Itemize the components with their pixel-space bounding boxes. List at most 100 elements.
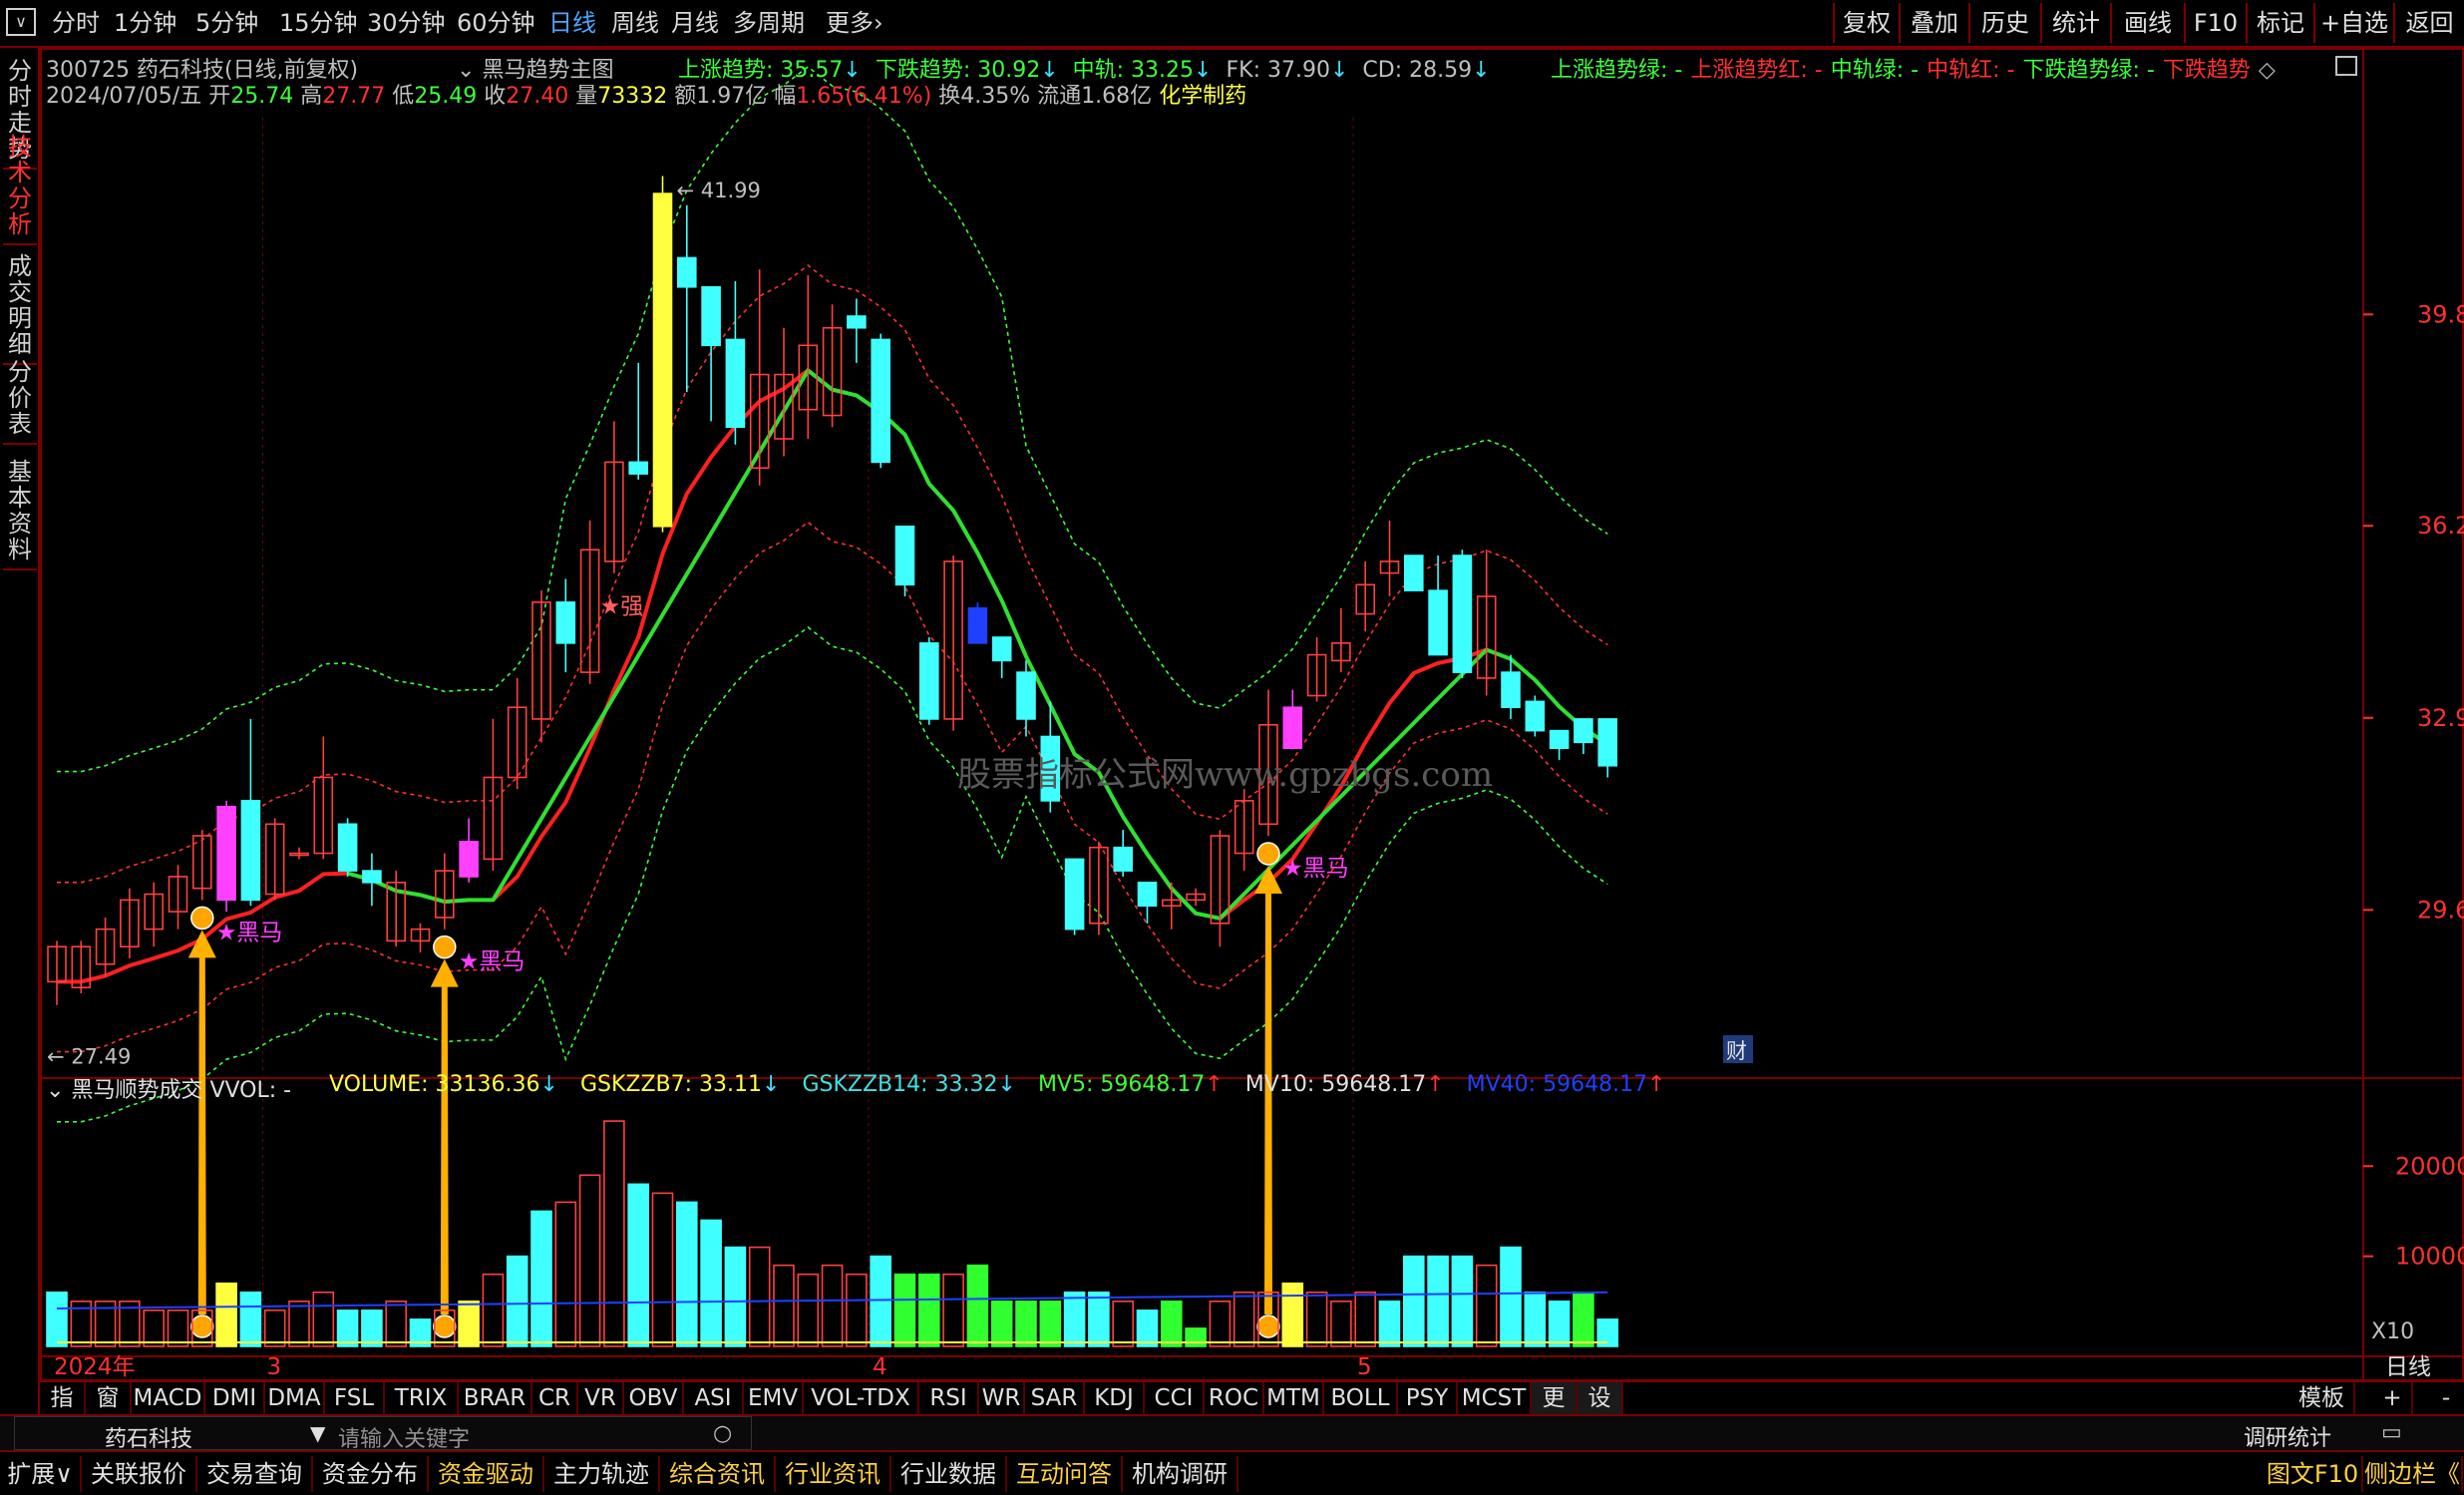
search-box[interactable]: 药石科技 ▼ 请输入关键字 ○ xyxy=(14,1416,752,1453)
toolbar-button-2[interactable]: 历史 xyxy=(1968,3,2040,43)
indicator-5[interactable]: FSL xyxy=(325,1382,385,1414)
candle xyxy=(1113,846,1133,872)
vol-legend-2: GSKZZB14: 33.32↓ xyxy=(802,1072,1016,1097)
legend2-item-5: 下跌趋势 xyxy=(2162,58,2251,83)
indicator-9[interactable]: VR xyxy=(578,1382,624,1414)
volume-bar xyxy=(312,1291,335,1347)
indicator-right-1[interactable]: + xyxy=(2373,1382,2413,1414)
candle xyxy=(676,256,697,288)
sector-value[interactable]: 化学制药 xyxy=(1159,84,1246,109)
chart-svg[interactable]: 39.83 36.21 32.92 29.63 ← 41.99 ← 27.49 ★强股票指标… xyxy=(40,48,2464,1384)
toolbar-button-4[interactable]: 画线 xyxy=(2110,3,2184,43)
tab-4[interactable]: 30分钟 xyxy=(367,6,446,40)
research-stats[interactable]: 调研统计 xyxy=(2244,1420,2331,1452)
volume-bar xyxy=(167,1309,189,1347)
tab-8[interactable]: 月线 xyxy=(671,6,719,40)
volume-bar xyxy=(1185,1327,1207,1347)
toolbar-button-5[interactable]: F10 xyxy=(2184,3,2246,43)
indicator-17[interactable]: KDJ xyxy=(1085,1382,1145,1414)
toolbar-button-7[interactable]: +自选 xyxy=(2313,3,2393,43)
period-label[interactable]: 日线 xyxy=(2385,1354,2431,1380)
indicator-16[interactable]: SAR xyxy=(1025,1382,1085,1414)
indicator-11[interactable]: ASI xyxy=(684,1382,744,1414)
sidebar-toggle[interactable]: 侧边栏《 xyxy=(2363,1456,2463,1492)
toolbar-button-6[interactable]: 标记 xyxy=(2246,3,2313,43)
indicator-12[interactable]: EMV xyxy=(744,1382,804,1414)
indicator-18[interactable]: CCI xyxy=(1145,1382,1205,1414)
bottom-tab-6[interactable]: 综合资讯 xyxy=(660,1456,776,1492)
bottom-tab-4[interactable]: 资金驱动 xyxy=(429,1456,544,1492)
indicator-2[interactable]: MACD xyxy=(132,1382,205,1414)
tab-6[interactable]: 日线 xyxy=(548,6,596,40)
collapse-icon[interactable]: ⌄ xyxy=(46,1078,71,1103)
bottom-tab-2[interactable]: 交易查询 xyxy=(197,1456,313,1492)
toolbar-button-8[interactable]: 返回 xyxy=(2393,3,2464,43)
indicator-right-2[interactable]: - xyxy=(2427,1382,2464,1414)
indicator-25[interactable]: 设置 xyxy=(1578,1382,1623,1443)
bottom-tab-5[interactable]: 主力轨迹 xyxy=(544,1456,660,1492)
nav-tab-2[interactable]: 成交明细 xyxy=(3,247,37,365)
indicator-7[interactable]: BRAR xyxy=(459,1382,532,1414)
tab-0[interactable]: 分时 xyxy=(52,6,100,40)
tab-9[interactable]: 多周期 xyxy=(733,6,805,40)
bottom-tab-1[interactable]: 关联报价 xyxy=(82,1456,197,1492)
layout-icon[interactable]: ▭ xyxy=(2381,1420,2402,1445)
tab-2[interactable]: 5分钟 xyxy=(195,6,258,40)
indicator-21[interactable]: BOLL xyxy=(1324,1382,1398,1414)
date-label: 2024年 xyxy=(54,1354,136,1380)
toolbar-button-0[interactable]: 复权 xyxy=(1833,3,1899,43)
settings-icon[interactable] xyxy=(2335,56,2357,76)
bottom-tab-3[interactable]: 资金分布 xyxy=(313,1456,429,1492)
volume-bar xyxy=(263,1309,286,1347)
volume-bar xyxy=(821,1264,844,1347)
indicator-1[interactable]: 窗口 xyxy=(86,1382,132,1443)
bottom-tab-0[interactable]: 扩展∨ xyxy=(0,1456,82,1492)
indicator-24[interactable]: 更多 xyxy=(1532,1382,1578,1443)
indicator-10[interactable]: OBV xyxy=(624,1382,684,1414)
bottom-tab-7[interactable]: 行业资讯 xyxy=(776,1456,891,1492)
price-label: 39.83 xyxy=(2417,300,2464,328)
indicator-15[interactable]: WR xyxy=(979,1382,1025,1414)
candle xyxy=(1501,671,1521,709)
search-icon[interactable]: ○ xyxy=(713,1421,732,1446)
dropdown-icon[interactable]: ▼ xyxy=(310,1421,325,1445)
indicator-right-0[interactable]: 模板 xyxy=(2289,1382,2355,1414)
indicator-6[interactable]: TRIX xyxy=(385,1382,459,1414)
indicator-0[interactable]: 指标 xyxy=(40,1382,86,1443)
nav-tab-3[interactable]: 分价表 xyxy=(3,353,37,445)
bottom-tab-9[interactable]: 互动问答 xyxy=(1007,1456,1123,1492)
indicator-14[interactable]: RSI xyxy=(919,1382,979,1414)
indicator-20[interactable]: MTM xyxy=(1264,1382,1324,1414)
bottom-tab-10[interactable]: 机构调研 xyxy=(1123,1456,1238,1492)
tab-5[interactable]: 60分钟 xyxy=(457,6,535,40)
indicator-3[interactable]: DMI xyxy=(205,1382,265,1414)
indicator-4[interactable]: DMA xyxy=(265,1382,325,1414)
indicator-8[interactable]: CR xyxy=(532,1382,578,1414)
volume-bar xyxy=(603,1120,625,1347)
high-value: 27.77 xyxy=(322,84,386,109)
tab-7[interactable]: 周线 xyxy=(611,6,659,40)
indicator-23[interactable]: MCST xyxy=(1458,1382,1532,1414)
f10-button[interactable]: 图文F10 xyxy=(2264,1456,2363,1492)
toolbar-button-3[interactable]: 统计 xyxy=(2040,3,2110,43)
volume-bar xyxy=(917,1273,940,1347)
vol-legend-text: GSKZZB7: 33.11 xyxy=(579,1072,763,1097)
indicator-13[interactable]: VOL-TDX xyxy=(804,1382,919,1414)
tab-10[interactable]: 更多› xyxy=(826,6,883,40)
indicator-19[interactable]: ROC xyxy=(1205,1382,1264,1414)
vol-axis-label: 20000 xyxy=(2395,1152,2464,1180)
tab-1[interactable]: 1分钟 xyxy=(114,6,176,40)
tab-3[interactable]: 15分钟 xyxy=(279,6,358,40)
nav-tab-1[interactable]: 技术分析 xyxy=(3,128,37,245)
menu-toggle-icon[interactable]: ∨ xyxy=(6,8,36,36)
volume-bar xyxy=(458,1301,480,1347)
legend-arrow: ↓ xyxy=(1329,58,1349,83)
bottom-tab-8[interactable]: 行业数据 xyxy=(891,1456,1007,1492)
vol-legend-text: MV40: 59648.17 xyxy=(1466,1072,1648,1097)
toolbar-button-1[interactable]: 叠加 xyxy=(1899,3,1968,43)
volume-title[interactable]: ⌄ 黑马顺势成交 VVOL: - xyxy=(46,1072,291,1104)
indicator-22[interactable]: PSY xyxy=(1398,1382,1458,1414)
nav-tab-4[interactable]: 基本资料 xyxy=(3,453,37,570)
volume-bar xyxy=(942,1273,964,1347)
search-input[interactable]: 请输入关键字 xyxy=(338,1421,470,1453)
